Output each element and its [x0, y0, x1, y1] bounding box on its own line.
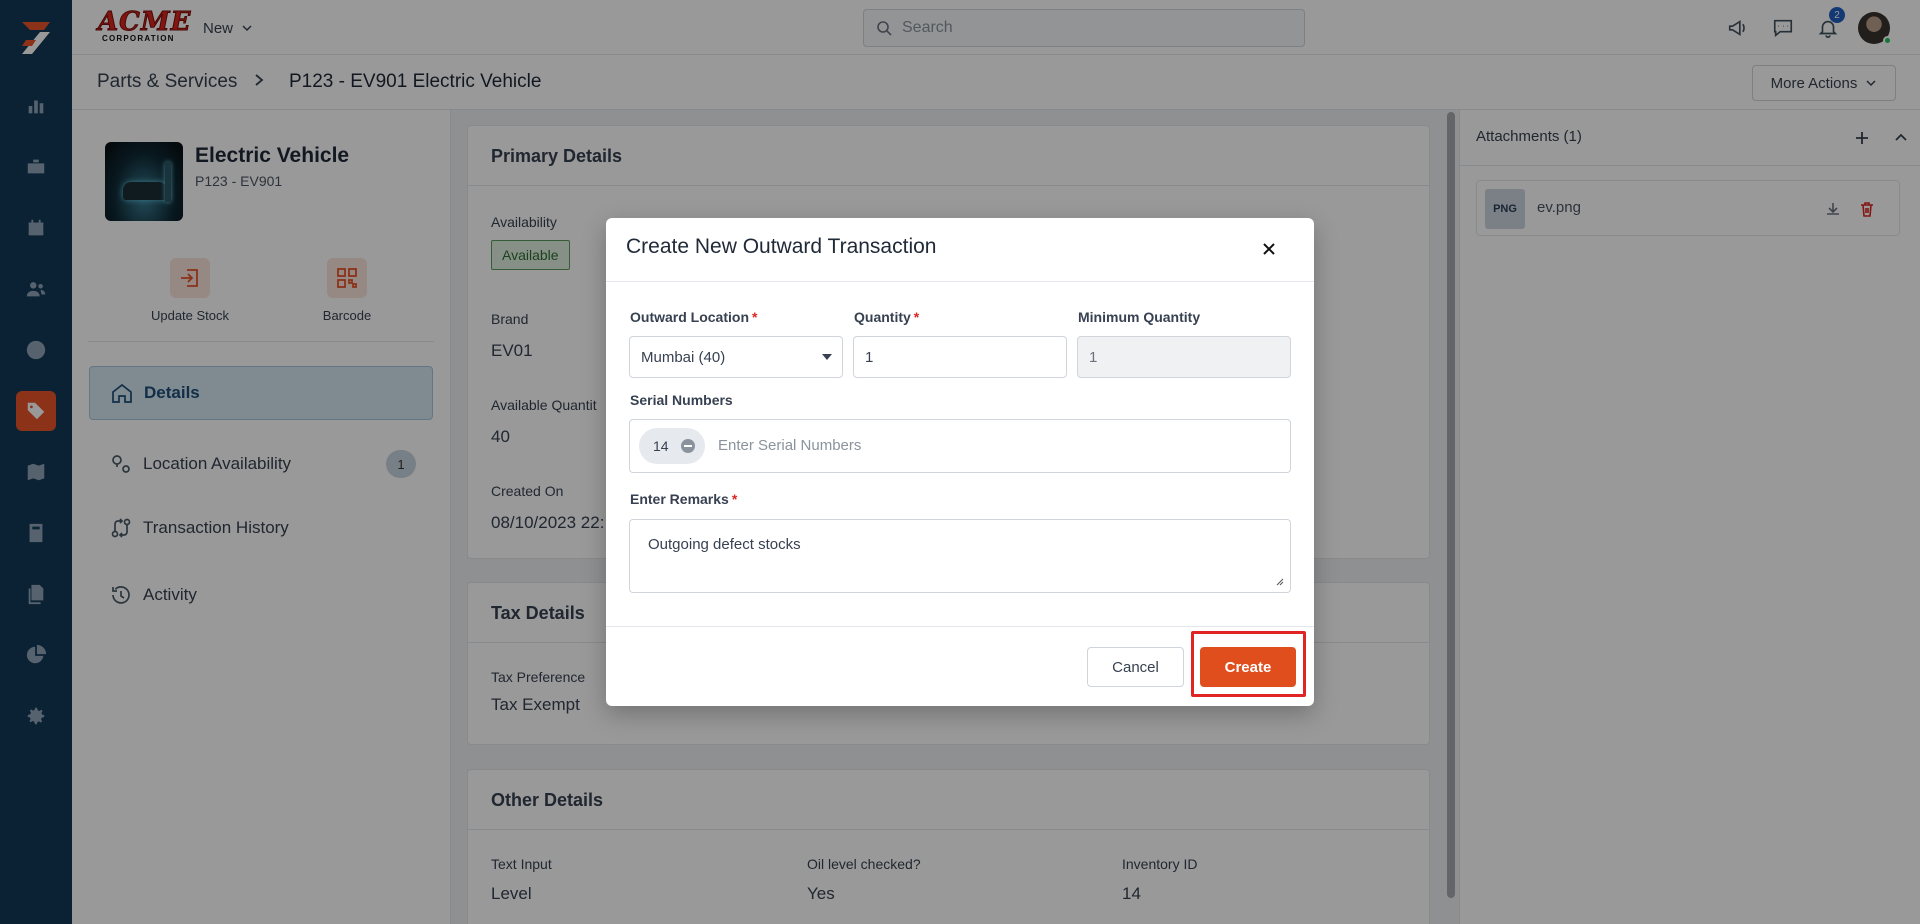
- quantity-field[interactable]: [853, 336, 1067, 378]
- minimum-quantity-field: 1: [1077, 336, 1291, 378]
- quantity-label: Quantity *: [854, 309, 920, 325]
- outward-location-select[interactable]: Mumbai (40): [629, 336, 843, 378]
- divider: [606, 281, 1314, 282]
- remarks-label: Enter Remarks *: [630, 491, 738, 507]
- remarks-textarea[interactable]: Outgoing defect stocks: [629, 519, 1291, 593]
- outward-location-label: Outward Location *: [630, 309, 758, 325]
- close-icon: [1263, 243, 1275, 255]
- remove-chip-icon[interactable]: [681, 439, 695, 453]
- create-button[interactable]: Create: [1200, 647, 1296, 687]
- quantity-input[interactable]: [865, 348, 1066, 366]
- outward-location-value: Mumbai (40): [641, 348, 726, 366]
- divider: [606, 626, 1314, 627]
- close-button[interactable]: [1256, 236, 1282, 262]
- create-outward-transaction-modal: Create New Outward Transaction Outward L…: [606, 218, 1314, 706]
- cancel-button[interactable]: Cancel: [1087, 647, 1184, 687]
- remarks-value: Outgoing defect stocks: [648, 536, 801, 553]
- minimum-quantity-label: Minimum Quantity: [1078, 309, 1201, 325]
- serial-numbers-input[interactable]: [718, 437, 1258, 454]
- serial-chip-label: 14: [653, 438, 669, 454]
- serial-chip: 14: [639, 428, 705, 464]
- serial-numbers-field[interactable]: 14: [629, 419, 1291, 473]
- resize-grip-icon[interactable]: [1274, 576, 1284, 586]
- modal-title: Create New Outward Transaction: [626, 235, 937, 258]
- minimum-quantity-value: 1: [1089, 348, 1098, 366]
- caret-down-icon: [822, 354, 832, 360]
- serial-numbers-label: Serial Numbers: [630, 392, 733, 408]
